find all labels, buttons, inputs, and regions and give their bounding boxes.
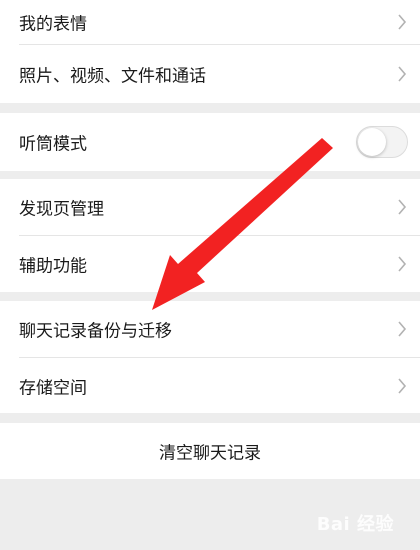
accessibility-row[interactable]: 辅助功能 <box>0 236 420 292</box>
storage-label: 存储空间 <box>19 378 87 398</box>
photos-videos-files-calls-row[interactable]: 照片、视频、文件和通话 <box>0 45 420 103</box>
chevron-right-icon <box>398 199 407 215</box>
accessibility-label: 辅助功能 <box>19 256 87 277</box>
earpiece-mode-toggle[interactable] <box>356 126 408 158</box>
chevron-right-icon <box>398 377 407 394</box>
settings-group-3: 发现页管理 辅助功能 <box>0 179 420 292</box>
chat-backup-migrate-row[interactable]: 聊天记录备份与迁移 <box>0 301 420 357</box>
my-stickers-row[interactable]: 我的表情 <box>0 0 420 44</box>
settings-group-5: 清空聊天记录 <box>0 423 420 479</box>
settings-group-1: 我的表情 照片、视频、文件和通话 <box>0 0 420 103</box>
settings-group-2: 听筒模式 <box>0 113 420 171</box>
chat-backup-migrate-label: 聊天记录备份与迁移 <box>19 321 172 342</box>
settings-group-4: 聊天记录备份与迁移 存储空间 <box>0 301 420 413</box>
toggle-knob <box>358 128 386 156</box>
storage-row[interactable]: 存储空间 <box>0 358 420 413</box>
earpiece-mode-label: 听筒模式 <box>19 134 87 155</box>
chevron-right-icon <box>398 256 407 272</box>
my-stickers-label: 我的表情 <box>19 14 87 35</box>
clear-chat-history-button[interactable]: 清空聊天记录 <box>0 423 420 479</box>
discover-management-label: 发现页管理 <box>19 199 104 220</box>
photos-videos-files-calls-label: 照片、视频、文件和通话 <box>19 66 206 87</box>
watermark: Bai 经验 <box>316 514 394 535</box>
earpiece-mode-row: 听筒模式 <box>0 113 420 171</box>
chevron-right-icon <box>398 14 407 30</box>
chevron-right-icon <box>398 321 407 337</box>
discover-management-row[interactable]: 发现页管理 <box>0 179 420 235</box>
clear-chat-history-label: 清空聊天记录 <box>159 443 261 464</box>
chevron-right-icon <box>398 66 407 82</box>
